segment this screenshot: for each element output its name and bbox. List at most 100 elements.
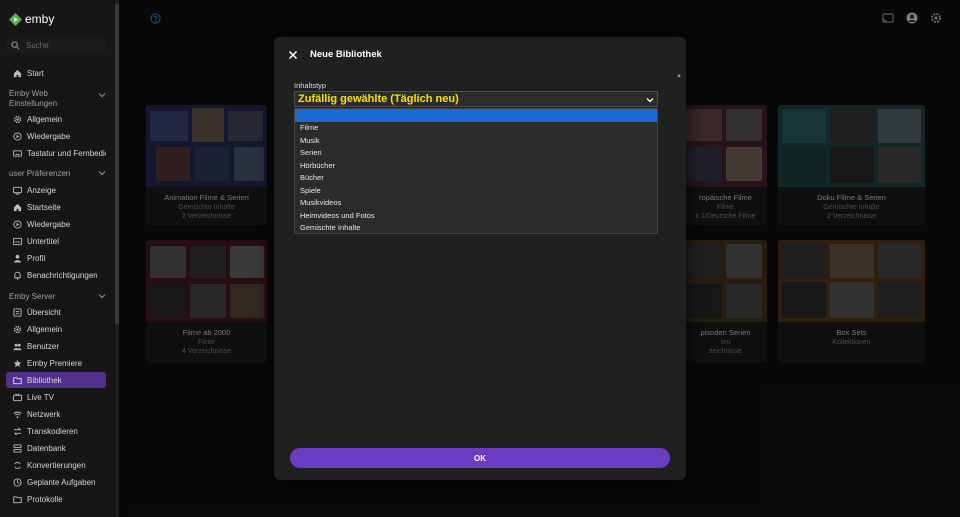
sidebar-item-label: Konvertierungen	[27, 460, 86, 470]
search-placeholder: Suche	[26, 40, 49, 50]
brand[interactable]: emby	[9, 12, 54, 26]
bell-icon	[14, 271, 21, 280]
sidebar-item-scheduled-tasks[interactable]: Geplante Aufgaben	[6, 474, 106, 490]
section-emby-server[interactable]: Emby Server	[9, 292, 106, 302]
sidebar-item-label: Startseite	[27, 202, 61, 212]
ok-button[interactable]: OK	[290, 448, 670, 468]
sidebar-item-database[interactable]: Datenbank	[6, 440, 106, 456]
sidebar-item-label: Start	[27, 68, 44, 78]
sidebar-item-label: Datenbank	[27, 443, 66, 453]
sidebar-item-user-playback[interactable]: Wiedergabe	[6, 216, 106, 232]
sidebar-item-live-tv[interactable]: Live TV	[6, 389, 106, 405]
sidebar-item-label: Wiedergabe	[27, 219, 71, 229]
sidebar-item-logs[interactable]: Protokolle	[6, 491, 106, 507]
sidebar-item-transcoding[interactable]: Transkodieren	[6, 423, 106, 439]
sync-icon	[14, 461, 21, 469]
tv-icon	[13, 392, 22, 401]
chevron-down-icon	[98, 93, 106, 98]
app-root: emby Suche Start Emby Web Einstellungen …	[0, 0, 960, 517]
monitor-icon	[13, 186, 22, 195]
play-circle-icon	[13, 131, 22, 141]
content-type-label: Inhaltstyp	[294, 81, 327, 90]
clock-icon	[13, 477, 22, 487]
sidebar-item-label: Benachrichtigungen	[27, 270, 98, 280]
sidebar-item-conversions[interactable]: Konvertierungen	[6, 457, 106, 473]
sidebar-item-label: Tastatur und Fernbedienung	[27, 148, 106, 158]
sidebar-item-premiere[interactable]: Emby Premiere	[6, 355, 106, 371]
transcode-icon	[13, 427, 22, 435]
sidebar-item-label: Transkodieren	[27, 426, 78, 436]
sidebar-item-label: Übersicht	[27, 307, 61, 317]
option-serien[interactable]: Serien	[295, 147, 657, 160]
section-label: Emby Server	[9, 292, 56, 301]
scroll-up-indicator[interactable]: ▲	[676, 73, 682, 79]
play-circle-icon	[13, 219, 22, 229]
sidebar-item-home[interactable]: Start	[6, 65, 106, 81]
sidebar-item-label: Bibliothek	[27, 375, 62, 385]
sidebar-item-label: Anzeige	[27, 185, 56, 195]
option-filme[interactable]: Filme	[295, 122, 657, 135]
sidebar-item-label: Untertitel	[27, 236, 60, 246]
chevron-down-icon	[98, 171, 106, 176]
person-icon	[13, 254, 22, 263]
chevron-down-icon	[646, 98, 654, 103]
sidebar-item-network[interactable]: Netzwerk	[6, 406, 106, 422]
star-icon	[13, 359, 22, 367]
sidebar-item-label: Protokolle	[27, 494, 63, 504]
gear-icon	[13, 115, 22, 123]
content-type-select[interactable]: Zufällig gewählte (Täglich neu)	[294, 91, 658, 107]
search-icon	[11, 40, 20, 50]
database-icon	[13, 443, 22, 453]
sidebar-item-label: Allgemein	[27, 324, 63, 334]
emby-logo-icon	[9, 12, 22, 26]
content-type-options: Filme Musik Serien Hörbücher Bücher Spie…	[294, 108, 658, 234]
folder-icon	[13, 495, 22, 503]
close-icon[interactable]	[288, 50, 298, 60]
sidebar-item-web-playback[interactable]: Wiedergabe	[6, 128, 106, 144]
chevron-down-icon	[98, 294, 106, 299]
option-buecher[interactable]: Bücher	[295, 172, 657, 185]
home-icon	[13, 69, 22, 77]
people-icon	[13, 343, 22, 350]
wifi-icon	[13, 411, 22, 418]
option-heimvideos[interactable]: Heimvideos und Fotos	[295, 209, 657, 222]
sidebar-item-label: Netzwerk	[27, 409, 61, 419]
keyboard-icon	[13, 149, 22, 157]
sidebar-item-homescreen[interactable]: Startseite	[6, 199, 106, 215]
option-hoerbuecher[interactable]: Hörbücher	[295, 159, 657, 172]
sidebar-item-users[interactable]: Benutzer	[6, 338, 106, 354]
sidebar-item-label: Benutzer	[27, 341, 60, 351]
sidebar-item-label: Geplante Aufgaben	[27, 477, 96, 487]
subtitles-icon	[13, 237, 22, 245]
gear-icon	[13, 325, 22, 333]
sidebar-item-label: Profil	[27, 253, 46, 263]
option-musik[interactable]: Musik	[295, 134, 657, 147]
sidebar-item-display[interactable]: Anzeige	[6, 182, 106, 198]
sidebar-item-subtitles[interactable]: Untertitel	[6, 233, 106, 249]
option-empty[interactable]	[295, 109, 657, 122]
sidebar-item-label: Wiedergabe	[27, 131, 71, 141]
sidebar-item-label: Live TV	[27, 392, 54, 402]
sidebar-item-web-general[interactable]: Allgemein	[6, 111, 106, 127]
sidebar-item-label: Allgemein	[27, 114, 63, 124]
dialog-title: Neue Bibliothek	[310, 49, 382, 60]
sidebar-item-server-general[interactable]: Allgemein	[6, 321, 106, 337]
brand-name: emby	[25, 12, 55, 26]
option-spiele[interactable]: Spiele	[295, 184, 657, 197]
sidebar-item-notifications[interactable]: Benachrichtigungen	[6, 267, 106, 283]
sidebar-item-overview[interactable]: Übersicht	[6, 304, 106, 320]
sidebar-item-library[interactable]: Bibliothek	[6, 372, 106, 388]
section-label: Emby Web Einstellungen	[9, 89, 58, 108]
section-web-settings[interactable]: Emby Web Einstellungen	[9, 89, 106, 109]
section-label: user Präferenzen	[9, 169, 71, 178]
sidebar-item-keyboard[interactable]: Tastatur und Fernbedienung	[6, 145, 106, 161]
option-musikvideos[interactable]: Musikvideos	[295, 197, 657, 210]
content-type-value: Zufällig gewählte (Täglich neu)	[298, 93, 459, 105]
option-gemischte-inhalte[interactable]: Gemischte Inhalte	[295, 222, 657, 235]
sidebar-item-profile[interactable]: Profil	[6, 250, 106, 266]
sidebar-item-label: Emby Premiere	[27, 358, 83, 368]
search-input[interactable]: Suche	[6, 37, 106, 53]
section-user-preferences[interactable]: user Präferenzen	[9, 169, 106, 179]
home-icon	[13, 203, 22, 211]
new-library-dialog: Neue Bibliothek ▲ Inhaltstyp Zufällig ge…	[274, 37, 686, 480]
